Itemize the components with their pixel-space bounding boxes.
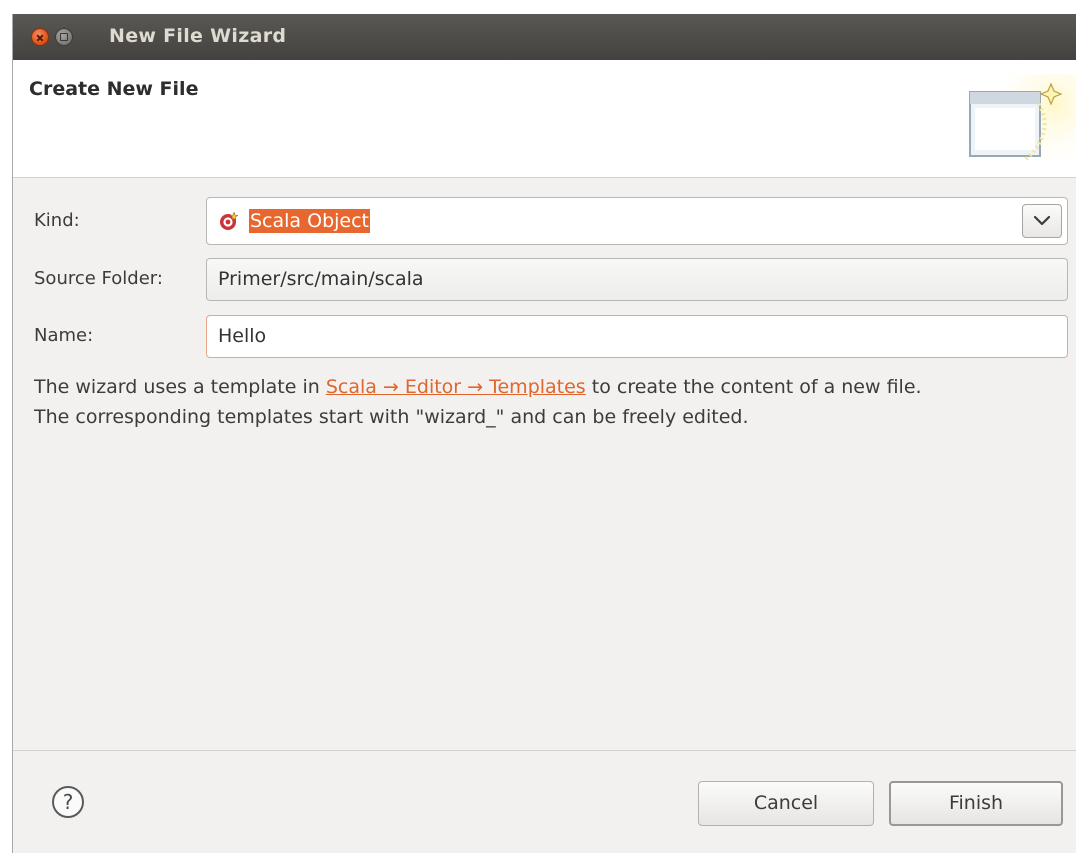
description-text-end: to create the content of a new file. [585,376,922,398]
source-folder-field[interactable]: Primer/src/main/scala [206,258,1068,301]
finish-button[interactable]: Finish [889,781,1063,826]
wizard-description: The wizard uses a template in Scala → Ed… [34,372,1074,432]
scala-object-icon [220,211,239,230]
description-text-start: The wizard uses a template in [34,376,326,398]
kind-combo[interactable]: Scala Object [206,197,1068,245]
description-text-line2: The corresponding templates start with "… [34,406,749,428]
kind-label: Kind: [34,210,80,231]
name-label: Name: [34,325,94,346]
close-icon[interactable] [31,28,49,46]
templates-preferences-link[interactable]: Scala → Editor → Templates [326,376,586,398]
source-folder-label: Source Folder: [34,268,163,289]
title-bar: New File Wizard [13,14,1076,60]
maximize-icon[interactable] [55,28,73,46]
cancel-button[interactable]: Cancel [698,781,874,826]
svg-text:?: ? [63,790,74,814]
chevron-down-icon [1033,215,1051,226]
name-value: Hello [218,325,267,347]
kind-dropdown-button[interactable] [1022,204,1062,238]
kind-value: Scala Object [249,209,370,233]
new-file-wizard-dialog: New File Wizard Create New File Kind: Sc… [12,14,1076,853]
name-field[interactable]: Hello [206,315,1068,358]
page-title: Create New File [29,78,199,100]
window-title: New File Wizard [109,25,287,47]
wizard-banner: Create New File [13,60,1076,178]
button-bar-separator [13,750,1076,751]
new-file-wizard-icon [969,74,1076,174]
help-icon[interactable]: ? [51,785,85,819]
source-folder-value: Primer/src/main/scala [218,268,424,290]
